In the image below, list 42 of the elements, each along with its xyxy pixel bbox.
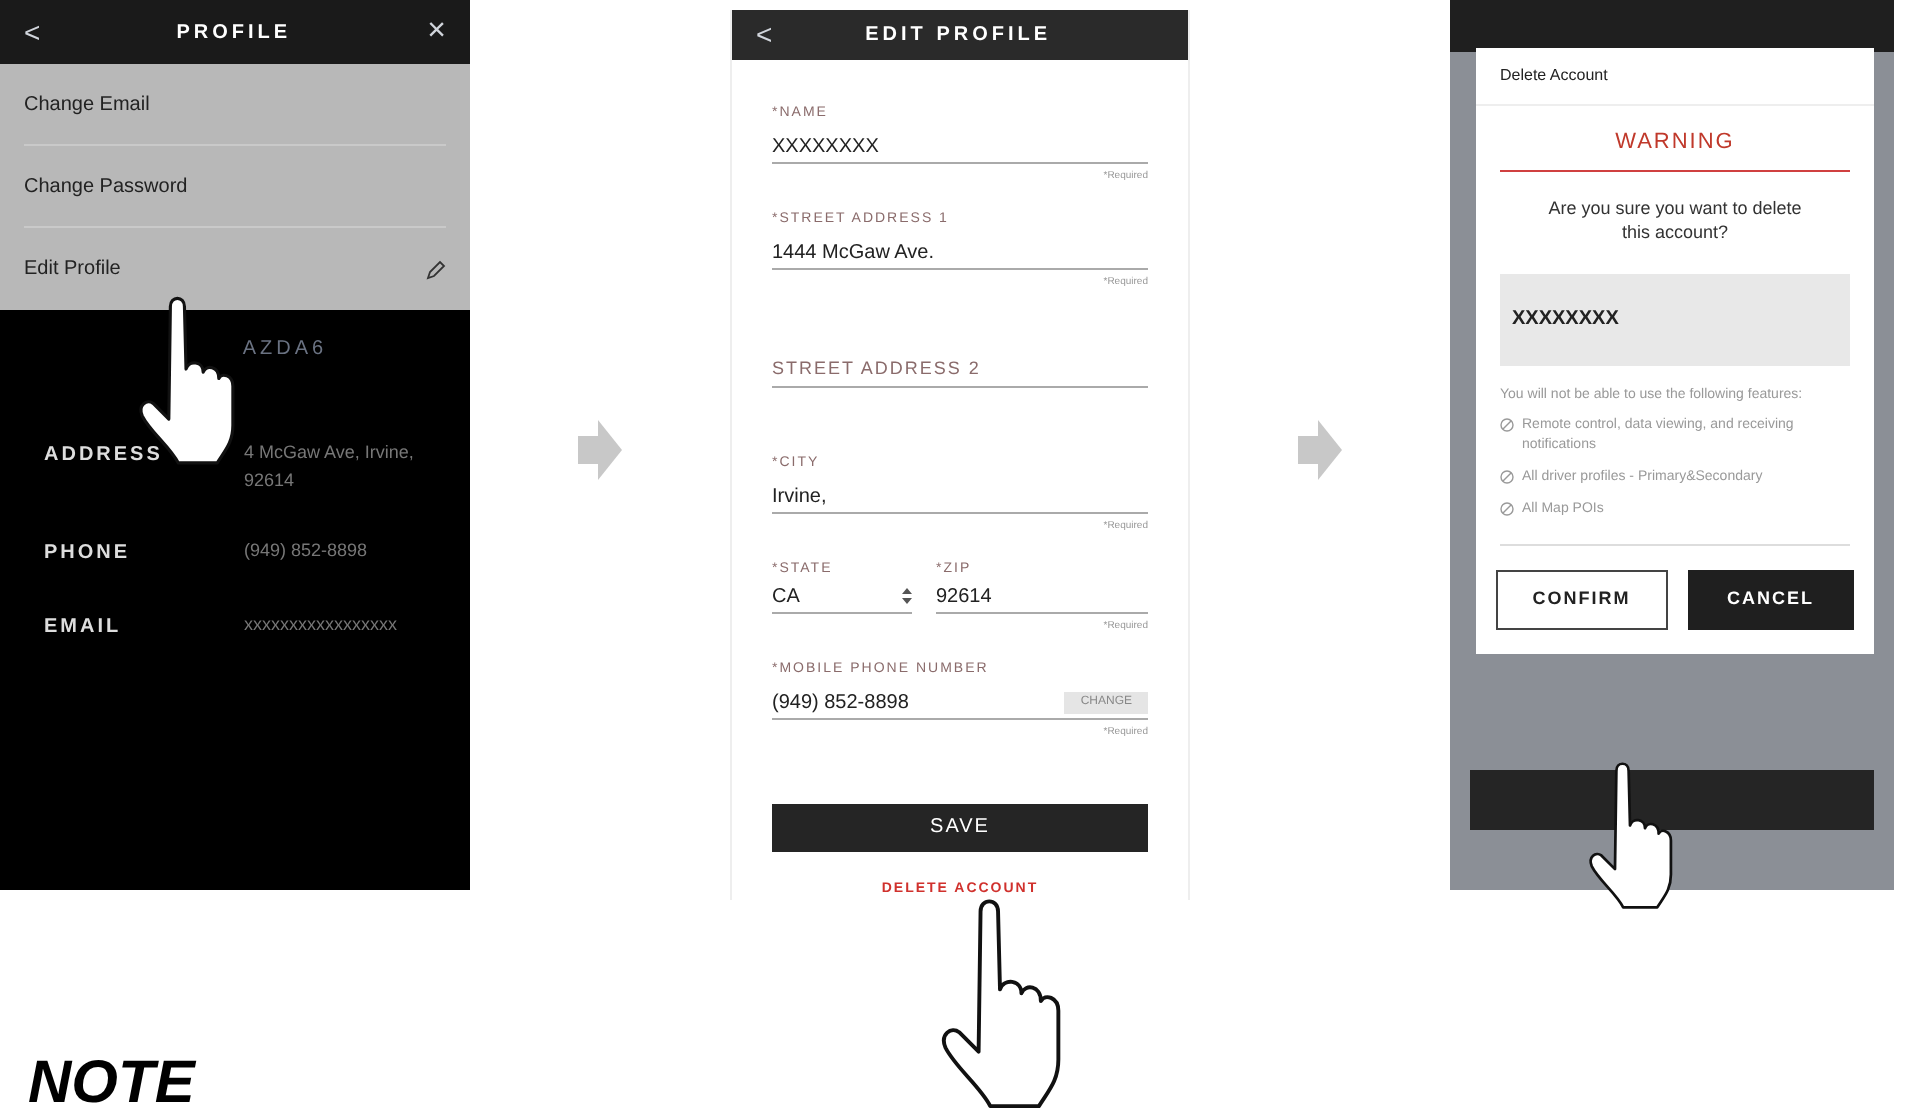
- save-button[interactable]: SAVE: [772, 804, 1148, 851]
- back-button[interactable]: <: [756, 14, 773, 57]
- vehicle-name: AZDA6: [240, 336, 330, 364]
- detail-value: 4 McGaw Ave, Irvine,: [244, 440, 414, 466]
- detail-value: (949) 852-8898: [244, 538, 368, 564]
- blocked-icon: [1500, 501, 1514, 516]
- input-field[interactable]: (949) 852-8898: [772, 687, 909, 718]
- detail-label: PHONE: [44, 540, 133, 568]
- pencil-icon[interactable]: [426, 259, 446, 279]
- arrow-icon: [578, 420, 622, 480]
- detail-label: ADDRESS: [44, 442, 165, 470]
- warning-heading: WARNING: [1500, 126, 1850, 171]
- state-dropdown[interactable]: CA: [772, 581, 912, 614]
- input-field[interactable]: STREET ADDRESS 2: [772, 356, 1148, 389]
- screen-title: PROFILE: [176, 19, 292, 47]
- menu-item[interactable]: Change Email: [24, 64, 446, 146]
- blocked-icon: [1500, 418, 1514, 433]
- close-button[interactable]: ×: [427, 8, 446, 56]
- account-name: XXXXXXXX: [1512, 306, 1619, 335]
- save-button[interactable]: [1470, 770, 1874, 830]
- input-field[interactable]: Irvine,: [772, 481, 827, 512]
- menu-item-label: Change Email: [24, 91, 150, 119]
- detail-value: 92614: [244, 467, 297, 493]
- arrow-icon: [1298, 420, 1342, 480]
- cancel-button[interactable]: CANCEL: [1687, 569, 1854, 630]
- blocked-icon: [1500, 470, 1514, 485]
- dropdown-arrows-icon: [902, 588, 912, 605]
- confirm-button[interactable]: CONFIRM: [1496, 569, 1667, 630]
- screen-title: EDIT PROFILE: [865, 22, 1052, 51]
- input-field[interactable]: XXXXXXXX: [772, 131, 879, 162]
- menu-item[interactable]: Edit Profile: [24, 228, 446, 310]
- input-field[interactable]: 1444 McGaw Ave.: [772, 237, 934, 268]
- input-field[interactable]: 92614: [936, 581, 1148, 614]
- menu-item[interactable]: Change Password: [24, 146, 446, 228]
- detail-value: xxxxxxxxxxxxxxxxx: [244, 612, 397, 638]
- note-heading: NOTE: [28, 1054, 195, 1110]
- back-button[interactable]: <: [24, 11, 41, 53]
- confirm-question: Are you sure you want to delete this account?: [1546, 195, 1804, 246]
- detail-label: EMAIL: [44, 614, 124, 642]
- menu-item-label: Change Password: [24, 173, 188, 201]
- dialog-title: Delete Account: [1476, 48, 1874, 106]
- menu-item-label: Edit Profile: [24, 256, 121, 284]
